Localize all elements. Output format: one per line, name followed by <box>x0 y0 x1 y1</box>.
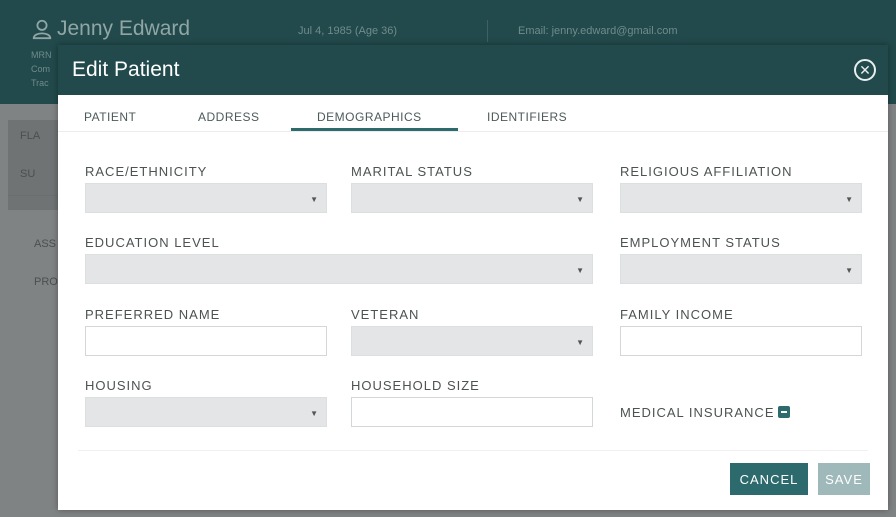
household-size-label: HOUSEHOLD SIZE <box>351 378 480 393</box>
caret-down-icon: ▼ <box>845 195 853 204</box>
caret-down-icon: ▼ <box>310 195 318 204</box>
veteran-label: VETERAN <box>351 307 420 322</box>
close-button[interactable]: ✕ <box>854 59 876 81</box>
modal-header: Edit Patient ✕ <box>58 45 888 95</box>
background-divider <box>487 20 488 42</box>
close-icon: ✕ <box>859 61 871 78</box>
preferred-name-label: PREFERRED NAME <box>85 307 221 322</box>
tab-identifiers[interactable]: IDENTIFIERS <box>487 110 567 124</box>
caret-down-icon: ▼ <box>576 195 584 204</box>
marital-label: MARITAL STATUS <box>351 164 473 179</box>
save-button[interactable]: SAVE <box>818 463 870 495</box>
collapse-icon[interactable] <box>778 406 791 418</box>
background-email: Email: jenny.edward@gmail.com <box>518 25 678 37</box>
education-label: EDUCATION LEVEL <box>85 235 220 250</box>
background-tab-fla: FLA <box>20 130 41 142</box>
background-trac: Trac <box>31 78 49 88</box>
employment-select[interactable]: ▼ <box>620 254 862 284</box>
religion-select[interactable]: ▼ <box>620 183 862 213</box>
background-com: Com <box>31 64 51 74</box>
footer-divider <box>78 450 868 451</box>
race-label: RACE/ETHNICITY <box>85 164 208 179</box>
medical-insurance-label: MEDICAL INSURANCE <box>620 405 775 420</box>
caret-down-icon: ▼ <box>576 266 584 275</box>
housing-label: HOUSING <box>85 378 153 393</box>
modal-title: Edit Patient <box>72 58 180 81</box>
edit-patient-modal: Edit Patient ✕ PATIENT ADDRESS DEMOGRAPH… <box>58 45 888 510</box>
background-dob: Jul 4, 1985 (Age 36) <box>298 25 398 37</box>
veteran-select[interactable]: ▼ <box>351 326 593 356</box>
background-item-pro: PRO <box>34 276 58 288</box>
background-patient-name: Jenny Edward <box>31 17 190 41</box>
tab-address[interactable]: ADDRESS <box>198 110 260 124</box>
household-size-input[interactable] <box>351 397 593 427</box>
background-tab-su: SU <box>20 168 36 180</box>
preferred-name-input[interactable] <box>85 326 327 356</box>
caret-down-icon: ▼ <box>310 409 318 418</box>
caret-down-icon: ▼ <box>576 338 584 347</box>
caret-down-icon: ▼ <box>845 266 853 275</box>
tab-patient[interactable]: PATIENT <box>84 110 136 124</box>
cancel-button[interactable]: CANCEL <box>730 463 808 495</box>
active-tab-indicator <box>291 128 458 131</box>
background-item-ass: ASS <box>34 238 57 250</box>
race-select[interactable]: ▼ <box>85 183 327 213</box>
education-select[interactable]: ▼ <box>85 254 593 284</box>
user-icon <box>32 19 52 40</box>
background-mrn: MRN <box>31 50 52 60</box>
housing-select[interactable]: ▼ <box>85 397 327 427</box>
tab-bar: PATIENT ADDRESS DEMOGRAPHICS IDENTIFIERS <box>58 95 888 132</box>
marital-select[interactable]: ▼ <box>351 183 593 213</box>
medical-insurance-row: MEDICAL INSURANCE <box>620 405 791 420</box>
family-income-label: FAMILY INCOME <box>620 307 734 322</box>
employment-label: EMPLOYMENT STATUS <box>620 235 781 250</box>
family-income-input[interactable] <box>620 326 862 356</box>
tab-demographics[interactable]: DEMOGRAPHICS <box>317 110 422 124</box>
religion-label: RELIGIOUS AFFILIATION <box>620 164 793 179</box>
